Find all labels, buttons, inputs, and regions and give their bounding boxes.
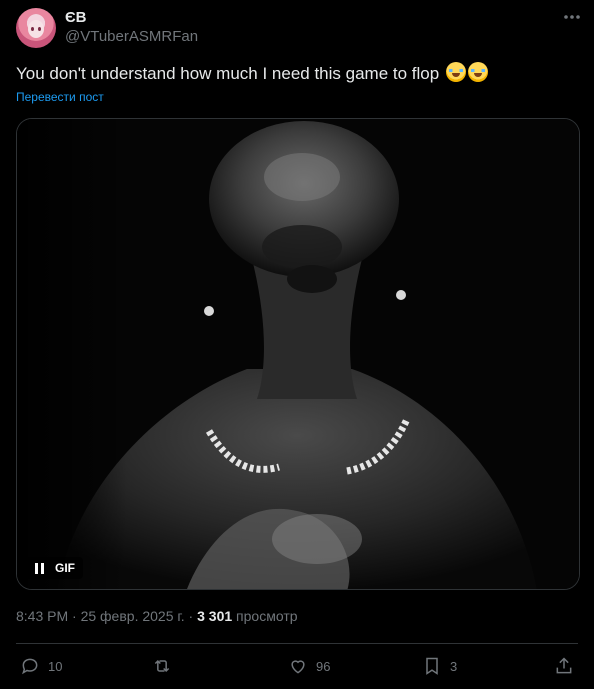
bookmark-icon — [426, 657, 438, 675]
views-label: просмотр — [232, 608, 298, 624]
translate-link[interactable]: Перевести пост — [16, 90, 104, 104]
author-handle[interactable]: @VTuberASMRFan — [65, 28, 198, 45]
gif-controls[interactable]: GIF — [27, 557, 83, 579]
gif-frame-image — [17, 119, 579, 589]
avatar[interactable] — [16, 8, 56, 48]
repost-button[interactable] — [152, 655, 180, 677]
share-button[interactable] — [554, 655, 574, 677]
more-icon[interactable] — [562, 9, 582, 25]
crying-emoji-icon — [445, 62, 466, 82]
avatar-eye-left — [31, 27, 34, 31]
tweet-text: You don't understand how much I need thi… — [16, 62, 488, 84]
gif-media[interactable]: GIF — [16, 118, 580, 590]
tweet-text-body: You don't understand how much I need thi… — [16, 64, 440, 83]
tweet-meta: 8:43 PM · 25 февр. 2025 г. · 3 301 просм… — [16, 608, 298, 624]
author-name[interactable]: ЄВ — [65, 9, 87, 26]
crying-emoji-icon — [467, 62, 488, 82]
gif-label: GIF — [55, 561, 75, 575]
timestamp[interactable]: 8:43 PM · 25 февр. 2025 г. · — [16, 608, 197, 624]
reply-button[interactable]: 10 — [20, 655, 62, 677]
divider — [16, 643, 578, 644]
views-count: 3 301 — [197, 608, 233, 624]
reply-icon — [22, 658, 38, 675]
pause-icon[interactable] — [35, 562, 45, 574]
repost-icon — [154, 659, 170, 673]
bookmark-count: 3 — [450, 658, 458, 674]
avatar-eye-right — [38, 27, 41, 31]
bookmark-button[interactable]: 3 — [422, 655, 457, 677]
like-button[interactable]: 96 — [288, 655, 330, 677]
like-count: 96 — [316, 658, 331, 674]
heart-icon — [291, 660, 305, 674]
reply-count: 10 — [48, 658, 63, 674]
share-icon — [556, 657, 572, 674]
